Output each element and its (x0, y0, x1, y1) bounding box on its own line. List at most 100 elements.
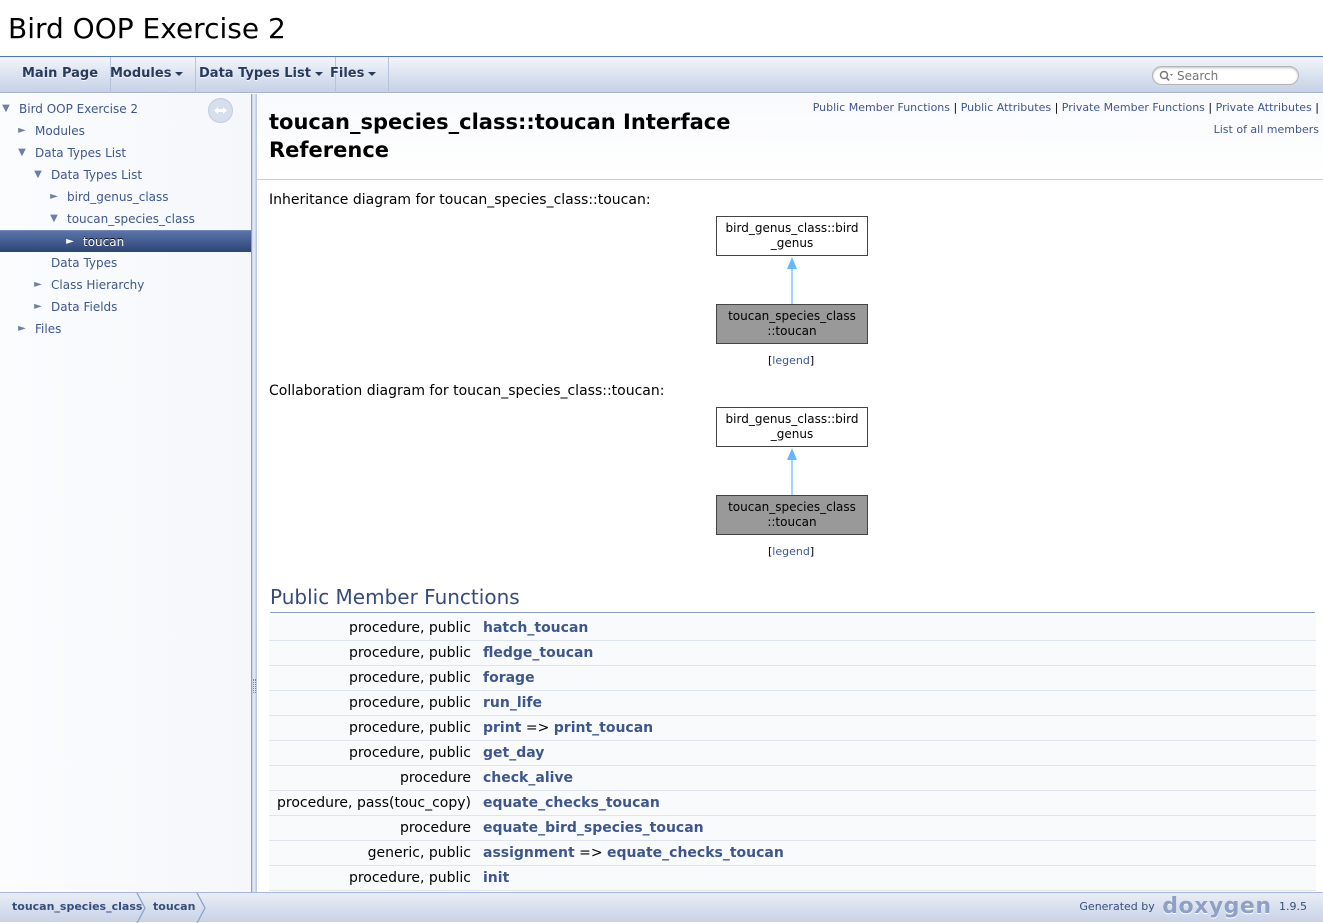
generated-by-label: Generated by (1079, 900, 1155, 913)
summary-link-private-member-functions[interactable]: Private Member Functions (1062, 101, 1205, 114)
summary-separator: | (1054, 101, 1059, 114)
title-area: Bird OOP Exercise 2 (0, 0, 1323, 57)
member-target-link[interactable]: print_toucan (554, 720, 653, 736)
menu-data-types-list[interactable]: Data Types List (187, 57, 336, 93)
breadcrumb-item-toucan-species-class[interactable]: toucan_species_class (0, 893, 142, 923)
menu-files[interactable]: Files (318, 57, 390, 93)
collaboration-legend: [legend] (768, 545, 815, 558)
member-qualifiers: generic, public (367, 845, 471, 861)
member-qualifiers: procedure (399, 770, 471, 786)
expand-arrow-icon[interactable]: ► (16, 318, 28, 340)
sidebar-item-label: toucan_species_class (67, 212, 195, 226)
summary-separator: | (1208, 101, 1213, 114)
node-label: bird_genus_class::bird (725, 412, 859, 426)
sidebar-item-data-fields[interactable]: ► Data Fields (0, 296, 251, 318)
member-qualifiers: procedure, public (348, 720, 471, 736)
sidebar-item-data-types[interactable]: Data Types (0, 252, 251, 274)
node-label: toucan_species_class (728, 309, 856, 323)
sidebar-item-label: Data Types (51, 256, 118, 270)
member-qualifiers: procedure, public (348, 745, 471, 761)
sidebar-item-label: toucan (83, 235, 125, 249)
chevron-down-icon (368, 71, 377, 76)
expand-arrow-icon[interactable]: ▼ (0, 98, 12, 120)
sidebar-item-modules[interactable]: ► Modules (0, 120, 251, 142)
member-link[interactable]: equate_checks_toucan (483, 795, 660, 811)
member-link[interactable]: forage (483, 670, 535, 686)
member-row: procedure, public forage (269, 666, 1316, 691)
member-link[interactable]: init (483, 870, 509, 886)
expand-arrow-icon[interactable]: ► (32, 296, 44, 318)
member-qualifiers: procedure, public (348, 695, 471, 711)
sidebar-item-data-types-list[interactable]: ▼ Data Types List (0, 142, 251, 164)
main-content: Public Member Functions | Public Attribu… (257, 94, 1323, 892)
sidebar-item-data-types-list-sub[interactable]: ▼ Data Types List (0, 164, 251, 186)
sidebar-item-label: bird_genus_class (67, 190, 169, 204)
expand-arrow-icon[interactable]: ► (48, 186, 60, 208)
resize-grip-icon (253, 679, 256, 693)
search-input[interactable] (1177, 68, 1295, 83)
expand-arrow-icon[interactable]: ► (64, 231, 76, 253)
derived-class-node: toucan_species_class ::toucan (716, 304, 868, 344)
sync-toggle-button[interactable] (208, 98, 233, 123)
summary-link-private-attributes[interactable]: Private Attributes (1216, 101, 1312, 114)
member-link[interactable]: hatch_toucan (483, 620, 588, 636)
base-class-node[interactable]: bird_genus_class::bird _genus (716, 407, 868, 447)
menu-main-page[interactable]: Main Page (10, 57, 112, 93)
doxygen-logo[interactable]: doxygen (1162, 896, 1271, 918)
chevron-down-icon (175, 71, 184, 76)
member-link[interactable]: assignment (483, 845, 575, 861)
legend-link[interactable]: legend (772, 354, 810, 367)
summary-links: Public Member Functions | Public Attribu… (759, 97, 1319, 141)
version-label: 1.9.5 (1279, 900, 1307, 913)
summary-link-public-member-functions[interactable]: Public Member Functions (813, 101, 950, 114)
sidebar-item-class-hierarchy[interactable]: ► Class Hierarchy (0, 274, 251, 296)
collaboration-caption: Collaboration diagram for toucan_species… (269, 383, 665, 399)
sidebar-item-label: Data Types List (51, 168, 143, 182)
summary-link-public-attributes[interactable]: Public Attributes (961, 101, 1051, 114)
expand-arrow-icon[interactable]: ► (32, 274, 44, 296)
sidebar-item-toucan[interactable]: ► toucan (0, 230, 251, 252)
member-row: procedure equate_bird_species_toucan (269, 816, 1316, 841)
member-link[interactable]: fledge_toucan (483, 645, 593, 661)
node-label: _genus (770, 236, 814, 250)
expand-arrow-icon[interactable]: ▼ (48, 208, 60, 230)
binding-arrow: => (525, 720, 550, 736)
menu-modules-label: Modules (110, 66, 172, 81)
sidebar-item-label: Data Fields (51, 300, 118, 314)
sidebar-item-bird-genus-class[interactable]: ► bird_genus_class (0, 186, 251, 208)
breadcrumb-item-toucan[interactable]: toucan (141, 893, 195, 923)
sidebar-item-files[interactable]: ► Files (0, 318, 251, 340)
sidebar-item-toucan-species-class[interactable]: ▼ toucan_species_class (0, 208, 251, 230)
menu-main-page-label: Main Page (22, 66, 99, 81)
legend-link[interactable]: legend (772, 545, 810, 558)
member-qualifiers: procedure (399, 820, 471, 836)
list-all-members-link[interactable]: List of all members (1214, 123, 1319, 136)
member-target-link[interactable]: equate_checks_toucan (607, 845, 784, 861)
member-link[interactable]: print (483, 720, 521, 736)
expand-arrow-icon[interactable]: ► (16, 120, 28, 142)
search-box (1152, 66, 1299, 85)
search-icon[interactable] (1158, 70, 1174, 82)
member-row: procedure, public run_life (269, 691, 1316, 716)
member-link[interactable]: get_day (483, 745, 544, 761)
base-class-node[interactable]: bird_genus_class::bird _genus (716, 216, 868, 256)
sidebar-item-label: Bird OOP Exercise 2 (19, 102, 139, 116)
sidebar-item-label: Data Types List (35, 146, 127, 160)
member-qualifiers: procedure, pass(touc_copy) (277, 795, 471, 811)
menu-modules[interactable]: Modules (98, 57, 197, 93)
member-row: procedure, public get_day (269, 741, 1316, 766)
member-row: procedure, public print => print_toucan (269, 716, 1316, 741)
node-label: toucan_species_class (728, 500, 856, 514)
member-qualifiers: procedure, public (348, 870, 471, 886)
member-link[interactable]: equate_bird_species_toucan (483, 820, 704, 836)
sync-arrows-icon (214, 107, 227, 114)
summary-separator: | (1315, 101, 1319, 114)
member-row: procedure check_alive (269, 766, 1316, 791)
expand-arrow-icon[interactable]: ▼ (16, 142, 28, 164)
member-row: procedure, public fledge_toucan (269, 641, 1316, 666)
expand-arrow-icon[interactable]: ▼ (32, 164, 44, 186)
summary-separator: | (953, 101, 958, 114)
member-link[interactable]: run_life (483, 695, 542, 711)
member-row: procedure, public init (269, 866, 1316, 891)
member-link[interactable]: check_alive (483, 770, 573, 786)
